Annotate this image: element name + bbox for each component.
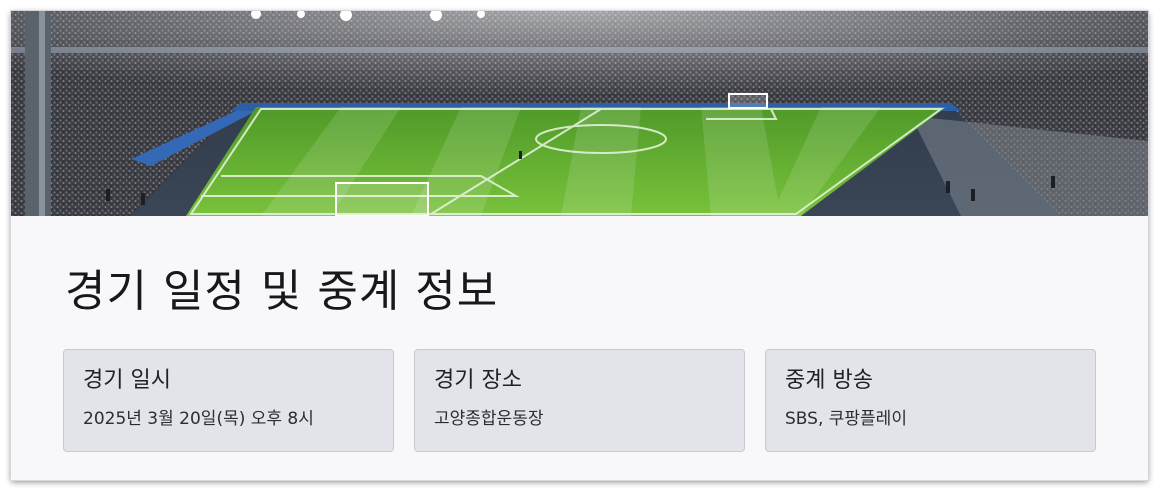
card-title: 경기 일시: [83, 368, 171, 393]
info-panel: 경기 일정 및 중계 정보 경기 일시 2025년 3월 20일(목) 오후 8…: [11, 11, 1148, 480]
stadium-hero-image: [11, 11, 1148, 216]
card-value: SBS, 쿠팡플레이: [785, 409, 907, 429]
card-value: 고양종합운동장: [434, 409, 544, 429]
card-title: 중계 방송: [785, 368, 873, 393]
stadium-photo-icon: [11, 11, 1148, 216]
card-value: 2025년 3월 20일(목) 오후 8시: [83, 409, 314, 429]
info-card-broadcast: 중계 방송 SBS, 쿠팡플레이: [765, 349, 1096, 452]
card-title: 경기 장소: [434, 368, 522, 393]
section-title: 경기 일정 및 중계 정보: [65, 266, 499, 317]
match-info-section: 경기 일정 및 중계 정보 경기 일시 2025년 3월 20일(목) 오후 8…: [11, 216, 1148, 480]
info-card-datetime: 경기 일시 2025년 3월 20일(목) 오후 8시: [63, 349, 394, 452]
info-card-venue: 경기 장소 고양종합운동장: [414, 349, 745, 452]
